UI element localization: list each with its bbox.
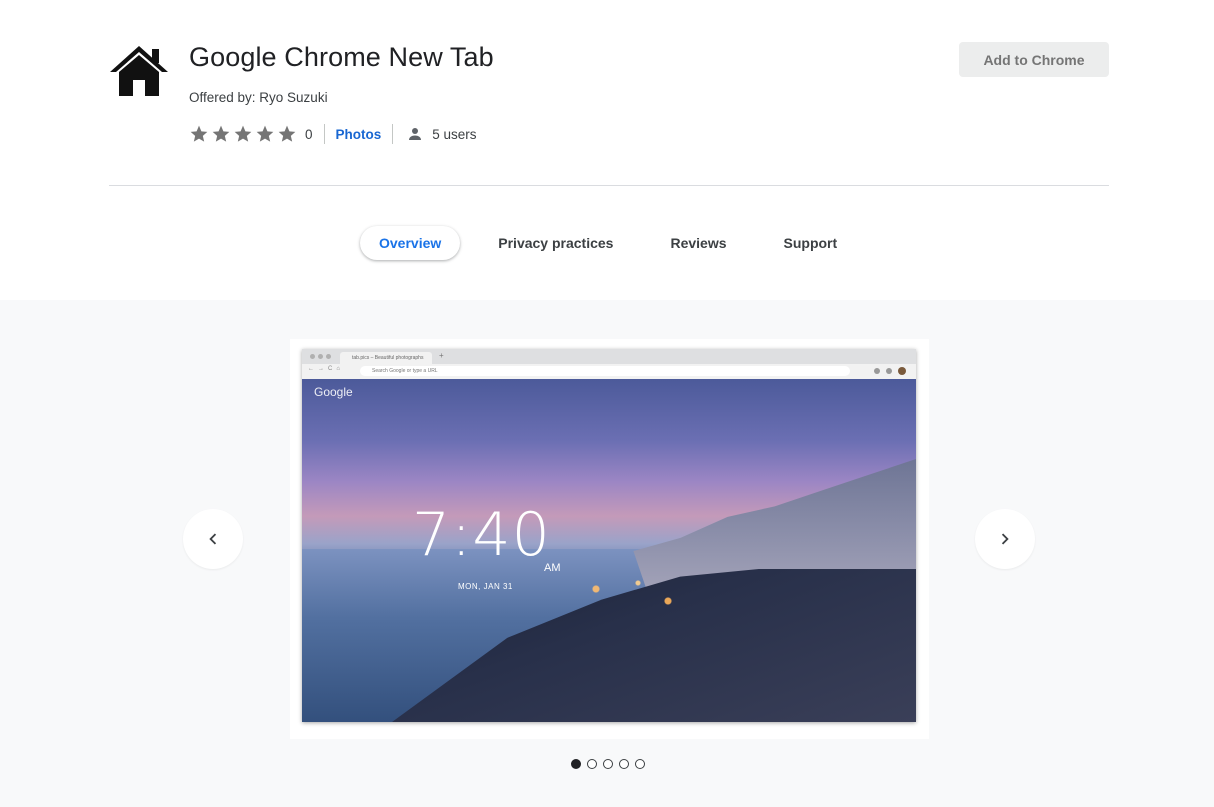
user-count: 5 users xyxy=(404,125,477,143)
clock-time: 7:40 xyxy=(412,500,551,570)
rating-stars xyxy=(189,124,297,144)
add-to-chrome-button[interactable]: Add to Chrome xyxy=(959,42,1109,77)
divider xyxy=(392,124,394,144)
house-icon xyxy=(110,46,168,96)
person-icon xyxy=(409,128,422,140)
screenshot-gallery: tab.pics – Beautiful photographs + ←→C⌂ … xyxy=(0,300,1214,807)
slide: tab.pics – Beautiful photographs + ←→C⌂ … xyxy=(290,339,929,739)
star-icon xyxy=(256,125,274,142)
rating-count[interactable]: 0 xyxy=(305,127,313,142)
carousel-dot[interactable] xyxy=(603,759,613,769)
browser-screenshot: tab.pics – Beautiful photographs + ←→C⌂ … xyxy=(302,349,916,722)
header-divider xyxy=(109,185,1109,186)
nav-icons: ←→C⌂ xyxy=(308,366,344,372)
next-slide-button[interactable] xyxy=(975,509,1035,569)
chevron-right-icon xyxy=(1001,533,1009,545)
extension-header: Google Chrome New Tab Offered by: Ryo Su… xyxy=(0,0,1214,300)
carousel-dot[interactable] xyxy=(619,759,629,769)
browser-chrome: tab.pics – Beautiful photographs + ←→C⌂ … xyxy=(302,349,916,379)
star-icon xyxy=(190,125,208,142)
star-icon xyxy=(212,125,230,142)
extension-title: Google Chrome New Tab xyxy=(189,42,494,72)
window-controls xyxy=(310,354,331,359)
star-icon xyxy=(278,125,296,142)
offered-by: Offered by: Ryo Suzuki xyxy=(189,90,328,105)
carousel-dot[interactable] xyxy=(571,759,581,769)
star-icon xyxy=(234,125,252,142)
carousel-dot[interactable] xyxy=(635,759,645,769)
previous-slide-button[interactable] xyxy=(183,509,243,569)
tab-reviews[interactable]: Reviews xyxy=(651,226,745,260)
meta-row: 0 Photos 5 users xyxy=(189,122,477,146)
new-tab-wallpaper: Google 7:40 AM MON, JAN 31 xyxy=(302,379,916,722)
clock-ampm: AM xyxy=(544,562,561,574)
new-tab-icon: + xyxy=(439,351,444,360)
clock-date: MON, JAN 31 xyxy=(458,582,513,591)
divider xyxy=(323,124,325,144)
carousel-dot[interactable] xyxy=(587,759,597,769)
browser-tabstrip: tab.pics – Beautiful photographs + xyxy=(302,349,916,364)
browser-tab: tab.pics – Beautiful photographs xyxy=(340,352,432,364)
tab-support[interactable]: Support xyxy=(765,226,857,260)
photos-link[interactable]: Photos xyxy=(336,127,382,142)
toolbar-icons xyxy=(874,367,906,375)
tab-overview[interactable]: Overview xyxy=(360,226,461,260)
users-label: 5 users xyxy=(432,126,477,142)
omnibox-row: ←→C⌂ Search Google or type a URL xyxy=(302,364,916,379)
town-lights xyxy=(572,559,692,619)
chevron-left-icon xyxy=(209,533,217,545)
tab-bar: Overview Privacy practices Reviews Suppo… xyxy=(360,226,856,260)
carousel-dots xyxy=(571,759,645,769)
omnibox: Search Google or type a URL xyxy=(360,366,850,376)
tab-privacy-practices[interactable]: Privacy practices xyxy=(479,226,632,260)
google-logo: Google xyxy=(314,385,353,399)
